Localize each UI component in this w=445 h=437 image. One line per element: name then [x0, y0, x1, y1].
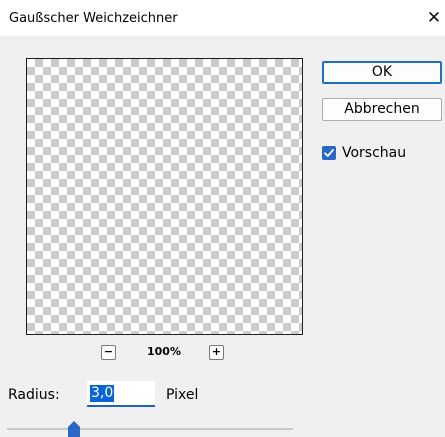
- radius-slider-track[interactable]: [7, 428, 293, 430]
- cancel-button[interactable]: Abbrechen: [322, 98, 442, 121]
- radius-unit: Pixel: [166, 387, 199, 403]
- close-icon[interactable]: ✕: [423, 6, 445, 30]
- zoom-in-button[interactable]: +: [209, 345, 224, 360]
- preview-checkbox-label: Vorschau: [342, 145, 407, 161]
- zoom-level: 100%: [147, 345, 181, 358]
- radius-value: 3,0: [90, 385, 115, 402]
- title-bar: Gaußscher Weichzeichner ✕: [0, 0, 445, 36]
- preview-checkbox[interactable]: [322, 146, 336, 160]
- checkmark-icon: [324, 149, 334, 157]
- ok-button[interactable]: OK: [322, 61, 442, 84]
- preview-canvas[interactable]: [26, 58, 303, 335]
- zoom-out-button[interactable]: −: [101, 345, 116, 360]
- window-title: Gaußscher Weichzeichner: [9, 11, 178, 26]
- radius-label: Radius:: [8, 387, 60, 403]
- radius-slider-thumb[interactable]: [68, 421, 80, 437]
- radius-input[interactable]: 3,0: [87, 381, 155, 407]
